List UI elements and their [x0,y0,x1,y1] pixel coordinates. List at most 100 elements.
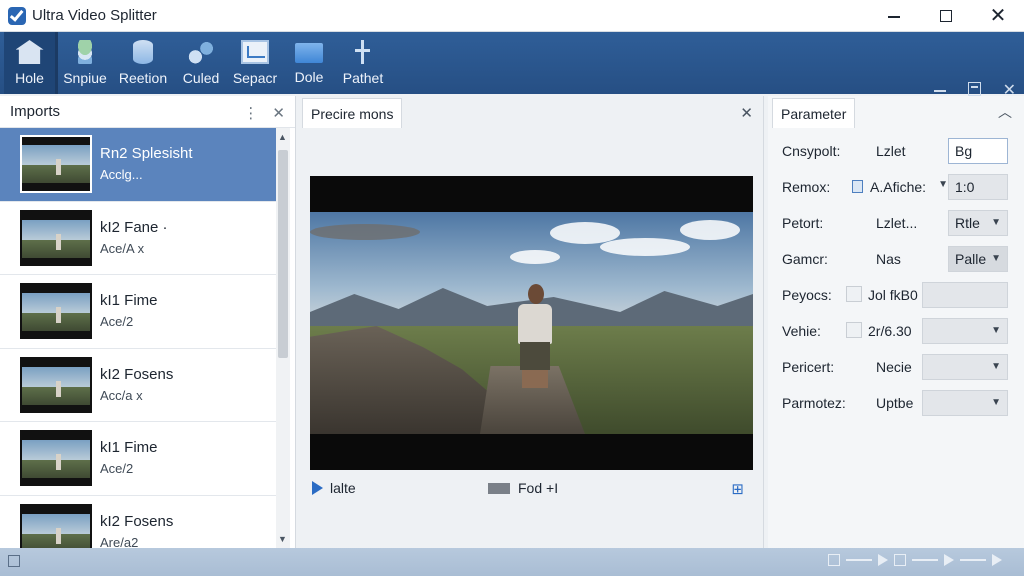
ribbon-restore-icon[interactable] [967,82,981,96]
param-dropdown[interactable]: ▼ [922,390,1008,416]
frame-icon[interactable] [828,554,840,566]
param-dropdown[interactable]: Rtle ▼ [948,210,1008,236]
param-dropdown[interactable]: A.Afiche: ▼ [870,179,948,195]
tool-home-label: Hole [15,70,44,86]
item-sub: Acc/a x [100,387,143,403]
list-item[interactable]: kI1 Fime Ace/2 [0,422,276,496]
imports-scrollbar[interactable]: ▲ ▼ [276,128,290,548]
param-value: Lzlet [876,143,906,159]
imports-panel: Imports ⋮ ✕ Rn2 Splesisht Acclg... kI2 Fa… [0,96,296,548]
param-label: Cnsypolt: [782,143,841,159]
collapse-icon[interactable]: ︿ [998,102,1012,122]
grid-icon[interactable]: ⊞ [731,480,744,498]
chevron-down-icon: ▼ [991,253,1001,264]
video-frame[interactable] [310,176,753,470]
next-icon[interactable] [944,554,954,566]
preview-panel: Precire mons ✕ lalte Fod +I ⊞ [300,96,764,548]
param-input[interactable]: Bg [948,138,1008,164]
tool-sepacr-label: Sepacr [232,70,278,86]
chevron-down-icon: ▼ [991,325,1001,336]
frame-icon[interactable] [894,554,906,566]
param-label: Remox: [782,179,831,195]
ribbon-minimize-icon[interactable] [933,90,946,92]
arrows-icon [349,40,377,64]
param-checkbox[interactable] [846,286,862,302]
close-icon: ✕ [989,5,1007,27]
item-sub: Ace/2 [100,314,134,330]
forward-icon[interactable] [992,554,1002,566]
param-value: 2r/6.30 [868,323,912,339]
param-dropdown[interactable]: Palle ▼ [948,246,1008,272]
play-icon[interactable] [312,481,323,495]
app-title: Ultra Video Splitter [32,7,157,24]
video-thumbnail [20,503,92,548]
list-item[interactable]: kI2 Fosens Acc/a x [0,349,276,422]
param-value: Lzlet... [876,215,918,231]
param-input[interactable]: 1:0 [948,174,1008,200]
item-name: Rn2 Splesisht [100,145,193,163]
item-sub: Acclg... [100,167,143,183]
param-input[interactable] [922,282,1008,308]
status-icon[interactable] [8,555,20,567]
param-value: Nas [876,251,901,267]
param-dropdown[interactable]: ▼ [922,318,1008,344]
imports-close-icon[interactable]: ✕ [272,104,285,122]
chevron-down-icon: ▼ [938,179,948,190]
param-value: Jol fkB0 [868,287,918,303]
stop-icon[interactable] [488,483,510,494]
maximize-button[interactable] [920,0,972,32]
param-checkbox[interactable] [846,322,862,338]
tool-sepacr[interactable]: Sepacr [228,32,282,94]
param-dropdown[interactable]: ▼ [922,354,1008,380]
scroll-up-icon[interactable]: ▲ [278,132,287,142]
imports-header: Imports ⋮ ✕ [0,96,295,128]
tool-culed-label: Culed [182,70,220,86]
scroll-down-icon[interactable]: ▼ [278,534,287,544]
tool-reetion[interactable]: Reetion [112,32,174,94]
stop-label[interactable]: Fod +I [518,480,558,496]
ribbon-toolbar: Hole Snpiue Reetion Culed Sepacr Dole Pa… [0,32,1024,99]
tab-preview[interactable]: Precire mons [302,98,403,128]
param-label: Gamcr: [782,251,828,267]
tool-pathet[interactable]: Pathet [336,32,390,94]
minimize-button[interactable] [868,0,920,32]
item-sub: Ace/2 [100,461,134,477]
param-label: Pericert: [782,359,835,375]
tab-parameter[interactable]: Parameter [772,98,856,128]
tool-reetion-label: Reetion [118,70,168,86]
param-row: Peyocs: Jol fkB0 [768,282,1024,308]
tool-home[interactable]: Hole [4,32,58,94]
database-icon [133,40,153,64]
folder-icon [295,43,323,63]
video-thumbnail [20,209,92,266]
playback-controls: lalte Fod +I ⊞ [312,480,752,498]
timeline-nav [828,554,1002,566]
list-item[interactable]: kI2 Fosens Are/a2 [0,496,276,548]
preview-close-icon[interactable]: ✕ [740,104,753,122]
play-label[interactable]: lalte [330,480,356,496]
tool-dole[interactable]: Dole [282,32,336,94]
item-sub: Ace/A x [100,240,145,256]
minimize-icon [888,16,900,18]
list-item[interactable]: Rn2 Splesisht Acclg... [0,128,276,202]
video-thumbnail [20,283,92,340]
close-button[interactable]: ✕ [972,0,1024,32]
imports-title: Imports [10,103,61,120]
item-name: kI2 Fosens [100,512,174,530]
parameter-panel: Parameter ︿ Cnsypolt: Lzlet Bg Remox: A.… [768,96,1024,548]
tool-culed[interactable]: Culed [174,32,228,94]
more-options-icon[interactable]: ⋮ [243,104,258,122]
video-thumbnail [20,356,92,413]
scroll-thumb[interactable] [278,150,288,358]
home-icon [15,40,44,64]
chevron-down-icon: ▼ [991,361,1001,372]
item-name: kI1 Fime [100,439,158,457]
stack-icon [71,40,99,64]
next-icon[interactable] [878,554,888,566]
list-item[interactable]: kI2 Fane · Ace/A x [0,202,276,275]
tool-snpiue[interactable]: Snpiue [58,32,112,94]
list-item[interactable]: kI1 Fime Ace/2 [0,275,276,349]
param-row: Pericert: Necie ▼ [768,354,1024,380]
param-row: Gamcr: Nas Palle ▼ [768,246,1024,272]
video-thumbnail [20,135,92,194]
